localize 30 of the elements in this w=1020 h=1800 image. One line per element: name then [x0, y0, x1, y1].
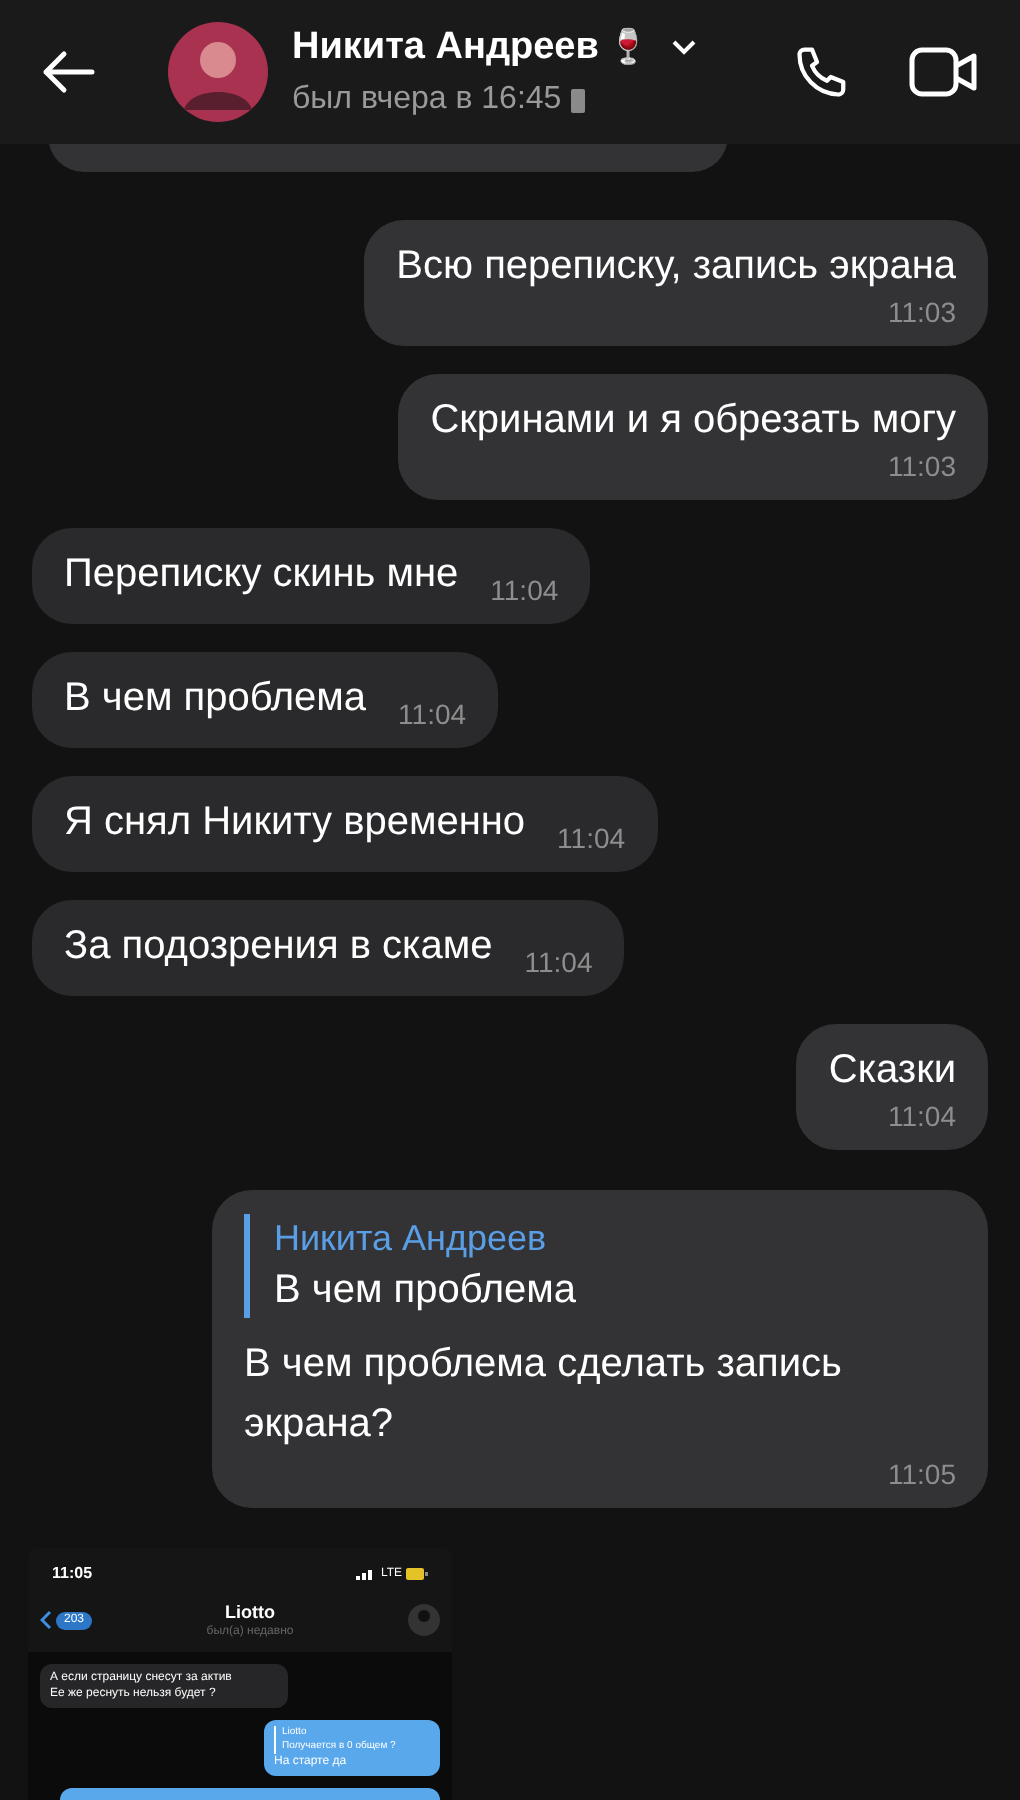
message-time: 11:04 — [524, 944, 593, 982]
status-clock: 11:05 — [52, 1562, 93, 1586]
phone-device-icon — [569, 87, 586, 114]
message-text: Сказки — [828, 1046, 956, 1096]
message-time: 11:04 — [557, 820, 626, 858]
reply-author: Никита Андреев — [274, 1216, 549, 1262]
contact-name[interactable]: Никита Андреев — [292, 19, 599, 77]
reply-quote[interactable]: Никита Андреев В чем проблема — [244, 1214, 956, 1318]
message-time: 11:05 — [888, 1456, 956, 1494]
video-call-icon[interactable] — [908, 44, 980, 100]
last-seen-status: был вчера в 16:45 — [292, 80, 562, 121]
message-text: Скринами и я обрезать могу — [430, 396, 956, 446]
message-time: 11:04 — [398, 696, 467, 734]
message-time: 11:03 — [888, 294, 956, 332]
message-time: 11:04 — [490, 572, 559, 610]
caret-icon[interactable] — [672, 40, 697, 56]
signal-icon — [356, 1568, 377, 1580]
message-text: В чем проблема сделать запись экрана? — [244, 1340, 844, 1450]
avatar[interactable] — [168, 22, 268, 122]
message-text: Всю переписку, запись экрана — [396, 242, 956, 292]
message-text: Переписку скинь мне — [64, 550, 459, 600]
battery-icon — [406, 1568, 428, 1580]
reply-text: В чем проблема — [274, 1266, 579, 1316]
message-time: 11:04 — [888, 1098, 956, 1136]
message-text: В чем проблема — [64, 674, 367, 724]
message-time: 11:03 — [888, 448, 956, 486]
message-text: Я снял Никиту временно — [64, 798, 526, 848]
message-text: За подозрения в скаме — [64, 922, 493, 972]
chat-title: Liotto — [225, 1601, 275, 1623]
wine-emoji: 🍷 — [606, 26, 649, 71]
